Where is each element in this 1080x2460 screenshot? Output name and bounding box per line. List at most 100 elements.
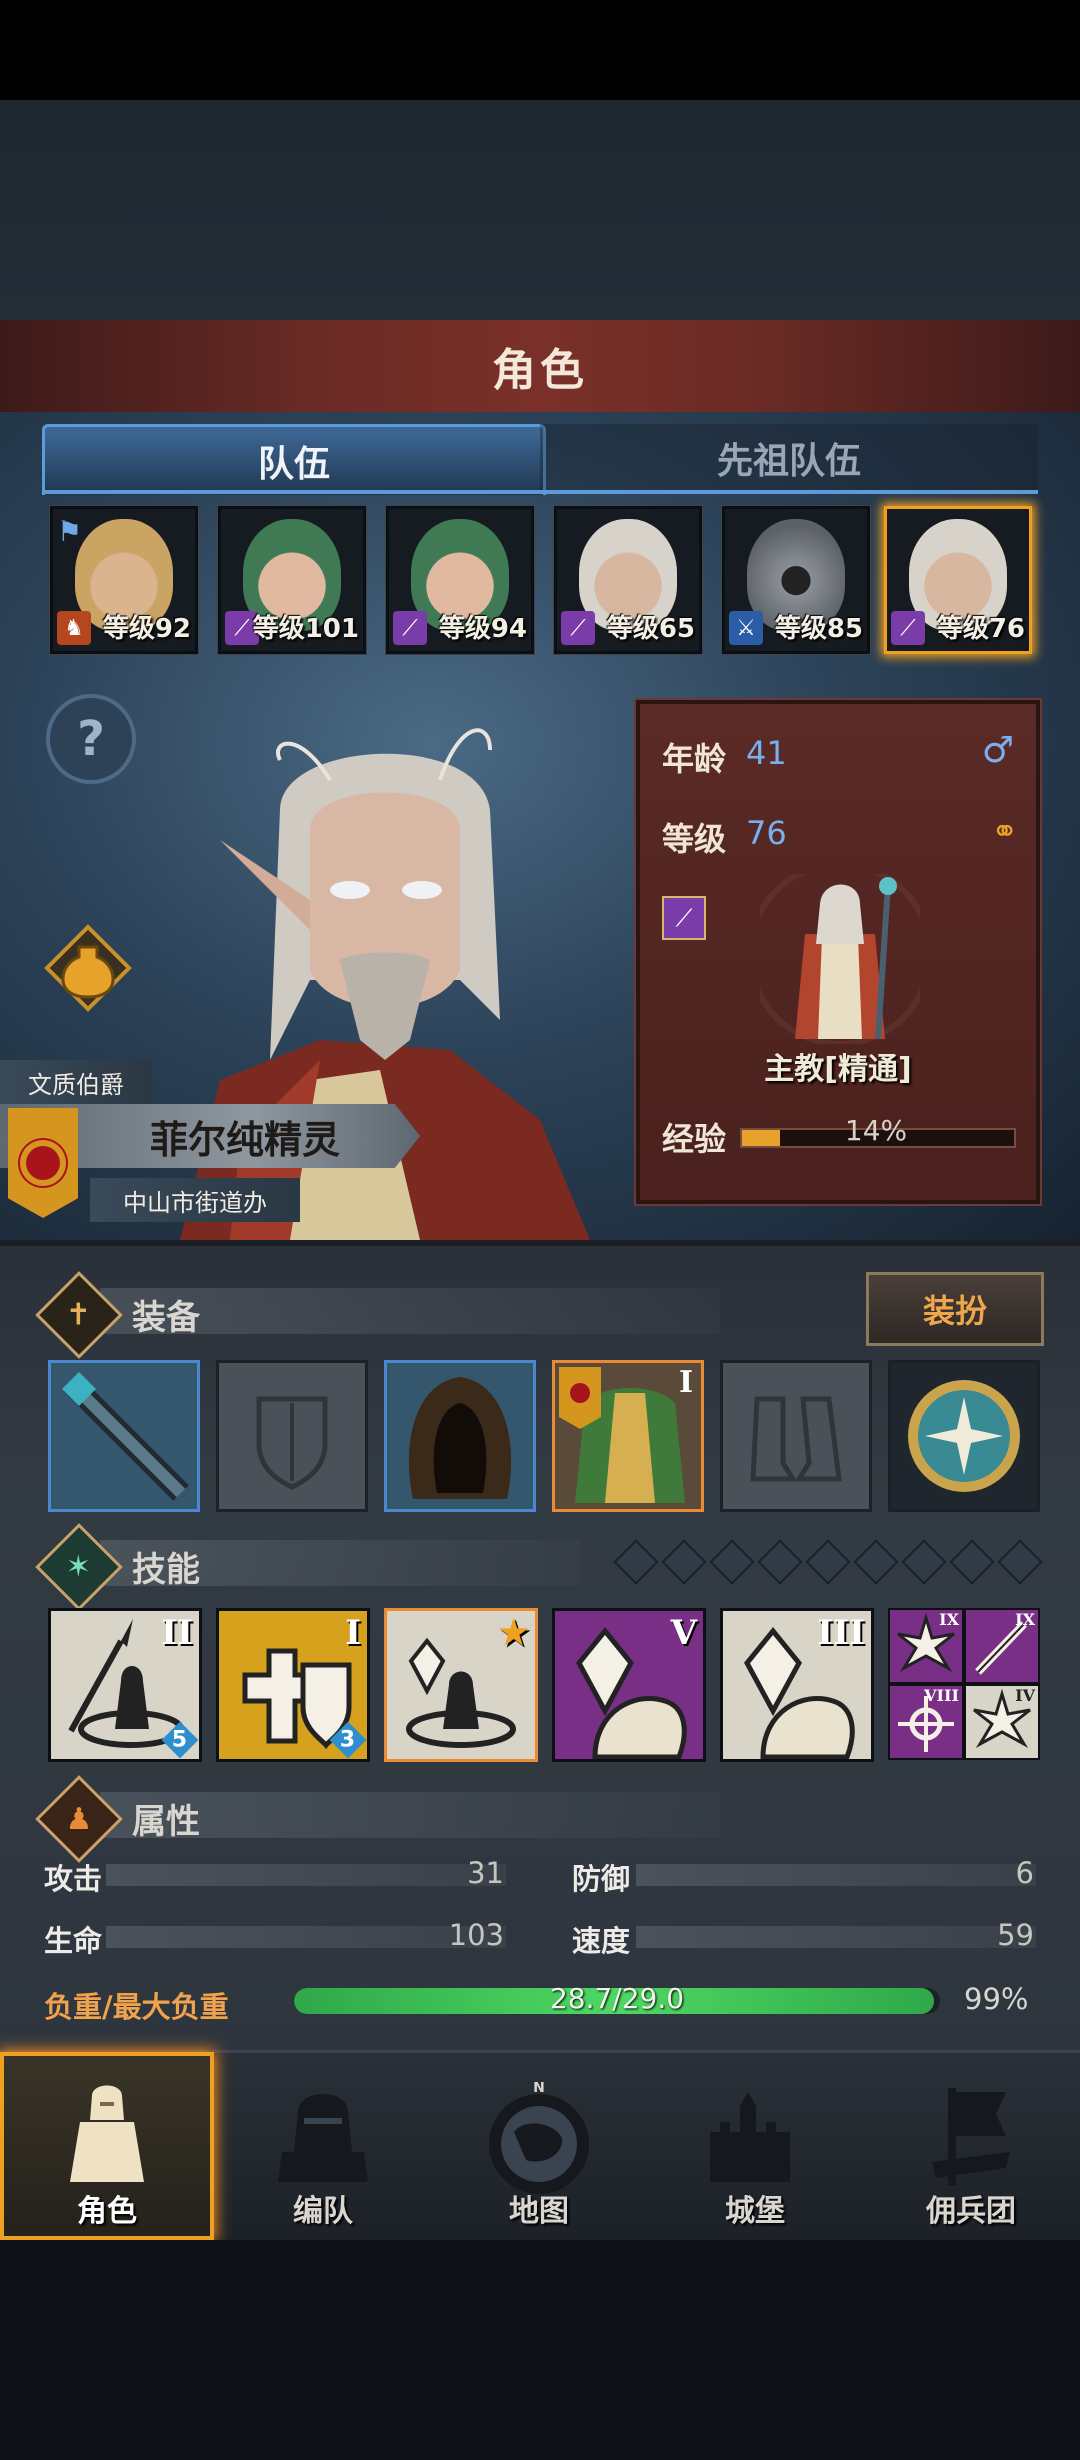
nav-character[interactable]: 角色 bbox=[0, 2052, 214, 2240]
defense-label: 防御 bbox=[572, 1862, 631, 1896]
roster-level: 等级65 bbox=[606, 614, 695, 644]
equip-slot-boots[interactable] bbox=[720, 1360, 872, 1512]
age-value: 41 bbox=[746, 734, 787, 772]
attack-value: 31 bbox=[467, 1856, 504, 1890]
roster-slot-2[interactable]: ⟋ 等级101 bbox=[218, 506, 366, 654]
skill-rank: III bbox=[817, 1613, 865, 1653]
skills-title: 技能 bbox=[132, 1550, 200, 1590]
noble-title: 文质伯爵 bbox=[0, 1060, 152, 1104]
skill-rank: I bbox=[345, 1613, 361, 1653]
passive-skill-3[interactable]: VIII bbox=[888, 1684, 964, 1760]
level-label: 等级 bbox=[662, 820, 727, 858]
passive-rank: IX bbox=[939, 1610, 959, 1629]
help-button[interactable]: ? bbox=[46, 694, 136, 784]
status-bar bbox=[0, 0, 1080, 100]
hp-label: 生命 bbox=[44, 1924, 103, 1958]
staff-icon bbox=[51, 1363, 197, 1509]
ring-icon[interactable]: ⚭ bbox=[991, 812, 1018, 850]
skill-rank: II bbox=[161, 1613, 193, 1653]
skill-slot-4[interactable]: V bbox=[552, 1608, 706, 1762]
speed-label: 速度 bbox=[572, 1924, 631, 1958]
roster-level: 等级76 bbox=[936, 614, 1025, 644]
heraldry-banner-icon bbox=[8, 1108, 78, 1218]
staff-icon: ⟋ bbox=[891, 611, 925, 645]
equip-slot-hood[interactable] bbox=[384, 1360, 536, 1512]
character-name: 菲尔纯精灵 bbox=[150, 1117, 341, 1162]
boots-icon bbox=[750, 1396, 842, 1482]
nav-map[interactable]: N 地图 bbox=[432, 2052, 646, 2240]
knight-icon bbox=[70, 2085, 144, 2182]
nav-formation[interactable]: 编队 bbox=[216, 2052, 430, 2240]
job-figure bbox=[760, 874, 920, 1044]
speed-value: 59 bbox=[997, 1918, 1034, 1952]
staff-icon: ⟋ bbox=[393, 611, 427, 645]
skill-slot-3[interactable]: ★ bbox=[384, 1608, 538, 1762]
age-label: 年龄 bbox=[662, 740, 727, 778]
exp-label: 经验 bbox=[662, 1120, 727, 1158]
staff-icon: ⟋ bbox=[561, 611, 595, 645]
roster-level: 等级94 bbox=[438, 614, 527, 644]
load-percent: 99% bbox=[964, 1982, 1029, 2016]
tab-team[interactable]: 队伍 bbox=[42, 424, 546, 495]
compass-map-icon: N bbox=[489, 2082, 589, 2194]
hood-icon bbox=[387, 1363, 533, 1509]
skill-star-icon: ★ bbox=[498, 1613, 529, 1653]
equip-slot-armor[interactable]: I bbox=[552, 1360, 704, 1512]
nav-label: 角色 bbox=[77, 2194, 137, 2229]
roster-slot-4[interactable]: ⟋ 等级65 bbox=[554, 506, 702, 654]
location-label: 中山市街道办 bbox=[90, 1178, 300, 1222]
hp-value: 103 bbox=[448, 1918, 504, 1952]
roster-level: 等级85 bbox=[774, 614, 863, 644]
level-value: 76 bbox=[746, 814, 787, 852]
nav-mercenary[interactable]: 佣兵团 bbox=[864, 2052, 1078, 2240]
helmet-icon bbox=[278, 2094, 368, 2182]
compass-north: N bbox=[533, 2082, 545, 2096]
roster-slot-6[interactable]: ⟋ 等级76 bbox=[884, 506, 1032, 654]
defense-value: 6 bbox=[1015, 1856, 1034, 1890]
equip-slot-shield[interactable] bbox=[216, 1360, 368, 1512]
top-background bbox=[0, 100, 1080, 320]
title-bar: 角色 bbox=[0, 320, 1080, 416]
nav-castle[interactable]: 城堡 bbox=[648, 2052, 862, 2240]
tab-ancestor-team[interactable]: 先祖队伍 bbox=[540, 424, 1038, 492]
passive-rank: VIII bbox=[924, 1686, 959, 1705]
dress-up-button[interactable]: 装扮 bbox=[866, 1272, 1044, 1346]
passive-skill-4[interactable]: IV bbox=[964, 1684, 1040, 1760]
load-value: 28.7/29.0 bbox=[549, 1982, 685, 2015]
attributes-title: 属性 bbox=[132, 1802, 200, 1842]
exp-percent: 14% bbox=[844, 1114, 908, 1147]
potion-button[interactable] bbox=[40, 920, 136, 1016]
tab-underline bbox=[42, 490, 1038, 494]
passive-skill-2[interactable]: IX bbox=[964, 1608, 1040, 1684]
skill-slot-5[interactable]: III bbox=[720, 1608, 874, 1762]
page-title: 角色 bbox=[492, 345, 588, 396]
roster-slot-3[interactable]: ⟋ 等级94 bbox=[386, 506, 534, 654]
skill-slot-1[interactable]: II 5 bbox=[48, 1608, 202, 1762]
shield-icon bbox=[256, 1396, 328, 1490]
male-icon: ♂ bbox=[981, 730, 1014, 771]
nav-label: 佣兵团 bbox=[926, 2194, 1016, 2229]
skill-slot-2[interactable]: I 3 bbox=[216, 1608, 370, 1762]
roster-level: 等级92 bbox=[102, 614, 191, 644]
nav-label: 编队 bbox=[293, 2194, 353, 2229]
bottom-background bbox=[0, 2240, 1080, 2460]
equip-slot-staff[interactable] bbox=[48, 1360, 200, 1512]
load-label: 负重/最大负重 bbox=[44, 1990, 229, 2024]
castle-icon bbox=[710, 2092, 790, 2182]
potion-icon bbox=[44, 924, 132, 1012]
equipment-title: 装备 bbox=[132, 1298, 200, 1338]
passive-rank: IV bbox=[1015, 1686, 1035, 1705]
armor-rank: I bbox=[678, 1365, 693, 1400]
roster-level: 等级101 bbox=[252, 614, 359, 644]
attack-label: 攻击 bbox=[44, 1862, 103, 1896]
equip-slot-amulet[interactable] bbox=[888, 1360, 1040, 1512]
nav-label: 城堡 bbox=[725, 2194, 785, 2229]
roster-slot-1[interactable]: ⚑ ♞ 等级92 bbox=[50, 506, 198, 654]
passive-rank: IX bbox=[1015, 1610, 1035, 1629]
mercenary-banner-icon bbox=[932, 2088, 1010, 2186]
class-staff-icon: ⟋ bbox=[662, 896, 706, 940]
character-info-panel: 年龄 41 ♂ 等级 76 ⚭ ⟋ 主教[精通] 经验 14% bbox=[636, 700, 1040, 1204]
roster-slot-5[interactable]: ⚔ 等级85 bbox=[722, 506, 870, 654]
passive-skill-1[interactable]: IX bbox=[888, 1608, 964, 1684]
sword-icon: ⚔ bbox=[729, 611, 763, 645]
